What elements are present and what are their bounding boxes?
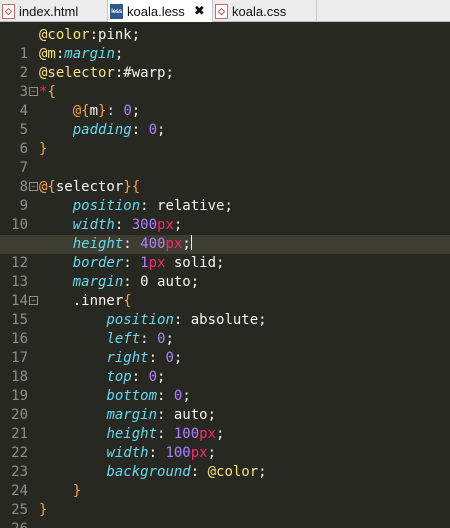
- code-line-current: 12 height: 400px;: [0, 235, 450, 271]
- close-icon[interactable]: ✖: [194, 4, 205, 19]
- fold-toggle-icon[interactable]: −: [29, 87, 38, 96]
- code-line: 19 top: 0;: [0, 368, 450, 404]
- fold-toggle-icon[interactable]: −: [29, 296, 38, 305]
- code-line: 14 margin: 0 auto;: [0, 273, 450, 309]
- line-number: 26: [0, 520, 28, 528]
- tab-index-html[interactable]: ◇ index.html: [0, 0, 108, 22]
- less-file-icon: less: [110, 4, 123, 19]
- code-line: 8: [0, 159, 450, 195]
- code-line: 16 position: absolute;: [0, 311, 450, 347]
- tab-bar: ◇ index.html less koala.less ✖ ◇ koala.c…: [0, 0, 450, 23]
- code-line: 25 }: [0, 482, 450, 518]
- code-line: 2 @m:margin;: [0, 45, 450, 81]
- tab-label: koala.css: [232, 3, 287, 19]
- code-line: 22 height: 100px;: [0, 425, 450, 461]
- tab-koala-less[interactable]: less koala.less ✖: [108, 0, 213, 23]
- tab-koala-css[interactable]: ◇ koala.css: [213, 0, 317, 22]
- code-line: 6 padding: 0;: [0, 121, 450, 157]
- code-line: 10 position: relative;: [0, 197, 450, 233]
- code-line: 4 − *{: [0, 83, 450, 119]
- code-line: 21 margin: auto;: [0, 406, 450, 442]
- code-line: 15 − .inner{: [0, 292, 450, 328]
- code-line: 3 @selector:#warp;: [0, 64, 450, 100]
- code-line: 7 }: [0, 140, 450, 176]
- code-line: 26 }: [0, 501, 450, 528]
- code-line: 24 background: @color;: [0, 463, 450, 499]
- code-line: 9 − @{selector}{: [0, 178, 450, 214]
- code-line: 13 border: 1px solid;: [0, 254, 450, 290]
- code-line: 18 right: 0;: [0, 349, 450, 385]
- code-line: 23 width: 100px;: [0, 444, 450, 480]
- code-line: 11 width: 300px;: [0, 216, 450, 252]
- text-cursor: [190, 235, 192, 250]
- code-line: 17 left: 0;: [0, 330, 450, 366]
- html-file-icon: ◇: [2, 3, 15, 19]
- code-line: 1 @color:pink;: [0, 26, 450, 62]
- code-line: 5 @{m}: 0;: [0, 102, 450, 138]
- fold-toggle-icon[interactable]: −: [29, 182, 38, 191]
- css-file-icon: ◇: [215, 3, 228, 19]
- code-line: 20 bottom: 0;: [0, 387, 450, 423]
- tab-label: index.html: [19, 3, 79, 19]
- tab-label: koala.less: [127, 4, 185, 19]
- code-editor[interactable]: 1 @color:pink; 2 @m:margin; 3 @selector:…: [0, 22, 450, 528]
